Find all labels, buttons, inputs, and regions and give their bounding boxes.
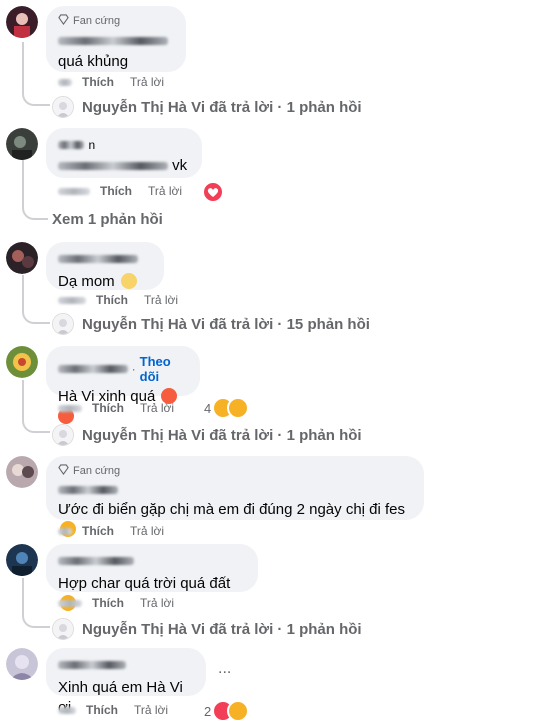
- comment-text: quá khủng: [58, 53, 129, 70]
- reply-summary[interactable]: Nguyễn Thị Hà Vi đã trả lời · 1 phản hồi: [52, 424, 362, 446]
- commenter-avatar[interactable]: [6, 648, 38, 680]
- reaction-summary[interactable]: 4: [204, 397, 250, 419]
- fan-badge: Fan cứng: [58, 464, 412, 478]
- comment-bubble: Fan cứng quá khủng: [46, 6, 186, 72]
- comment-actions: Thích Trả lời: [58, 401, 174, 415]
- commenter-avatar[interactable]: [6, 346, 38, 378]
- comment-actions: Thích Trả lời: [58, 293, 178, 307]
- reply-summary[interactable]: Nguyễn Thị Hà Vi đã trả lời · 15 phản hồ…: [52, 313, 370, 335]
- reaction-summary[interactable]: 2: [204, 700, 250, 722]
- blurred-name: [58, 485, 118, 494]
- timestamp: [58, 599, 82, 607]
- like-button[interactable]: Thích: [92, 596, 124, 610]
- reply-button[interactable]: Trả lời: [140, 401, 174, 415]
- comment-bubble: Dạ mom: [46, 242, 164, 290]
- like-button[interactable]: Thích: [92, 401, 124, 415]
- comment-text: Dạ mom: [58, 272, 152, 292]
- reply-button[interactable]: Trả lời: [144, 293, 178, 307]
- commenter-avatar[interactable]: [6, 128, 38, 160]
- love-reaction[interactable]: [202, 181, 224, 203]
- haha-icon: [227, 700, 250, 722]
- blurred-name: [58, 140, 84, 149]
- commenter-avatar[interactable]: [6, 544, 38, 576]
- reply-button[interactable]: Trả lời: [148, 184, 182, 198]
- blurred-name: [58, 660, 126, 669]
- like-button[interactable]: Thích: [82, 75, 114, 89]
- blurred-name: [58, 556, 134, 565]
- smile-emoji-icon: [120, 273, 137, 289]
- diamond-icon: [58, 14, 69, 28]
- comment-actions: Thích Trả lời: [58, 703, 168, 717]
- comment-bubble: Xinh quá em Hà Vi ơi: [46, 648, 206, 716]
- comment-actions: Thích Trả lời: [58, 75, 164, 89]
- comment-text: vk: [58, 156, 190, 176]
- blurred-name: [58, 36, 168, 45]
- view-replies-link[interactable]: Xem 1 phản hồi: [52, 211, 163, 228]
- comment-bubble: n vk: [46, 128, 202, 178]
- comment-actions: Thích Trả lời: [58, 524, 164, 538]
- comment-actions: Thích Trả lời: [58, 184, 182, 198]
- timestamp: [58, 187, 90, 195]
- commenter-avatar[interactable]: [6, 6, 38, 38]
- diamond-icon: [58, 464, 69, 478]
- follow-button[interactable]: Theo dõi: [140, 354, 188, 384]
- blurred-name: [58, 365, 128, 373]
- like-button[interactable]: Thích: [82, 524, 114, 538]
- comment-bubble: Hợp char quá trời quá đất: [46, 544, 258, 611]
- reply-summary[interactable]: Nguyễn Thị Hà Vi đã trả lời · 1 phản hồi: [52, 96, 362, 118]
- like-button[interactable]: Thích: [86, 703, 118, 717]
- blurred-name: [58, 254, 138, 263]
- timestamp: [58, 706, 76, 714]
- author-avatar: [52, 618, 74, 640]
- commenter-avatar[interactable]: [6, 242, 38, 274]
- author-avatar: [52, 313, 74, 335]
- reply-button[interactable]: Trả lời: [134, 703, 168, 717]
- reply-button[interactable]: Trả lời: [140, 596, 174, 610]
- haha-icon: [227, 397, 250, 419]
- timestamp: [58, 404, 82, 412]
- reaction-count: 4: [204, 400, 212, 416]
- author-avatar: [52, 96, 74, 118]
- reply-button[interactable]: Trả lời: [130, 524, 164, 538]
- reply-button[interactable]: Trả lời: [130, 75, 164, 89]
- comment-bubble: Fan cứng Ước đi biển gặp chị mà em đi đú…: [46, 456, 424, 537]
- fan-badge: Fan cứng: [58, 14, 174, 28]
- author-avatar: [52, 424, 74, 446]
- timestamp: [58, 78, 72, 86]
- comment-bubble: · Theo dõi Hà Vi xinh quá: [46, 346, 200, 424]
- heart-icon: [202, 181, 224, 203]
- more-options-button[interactable]: ...: [218, 660, 231, 678]
- reaction-count: 2: [204, 703, 212, 719]
- timestamp: [58, 296, 86, 304]
- comment-actions: Thích Trả lời: [58, 596, 174, 610]
- reply-summary[interactable]: Nguyễn Thị Hà Vi đã trả lời · 1 phản hồi: [52, 618, 362, 640]
- commenter-avatar[interactable]: [6, 456, 38, 488]
- like-button[interactable]: Thích: [100, 184, 132, 198]
- like-button[interactable]: Thích: [96, 293, 128, 307]
- timestamp: [58, 527, 72, 535]
